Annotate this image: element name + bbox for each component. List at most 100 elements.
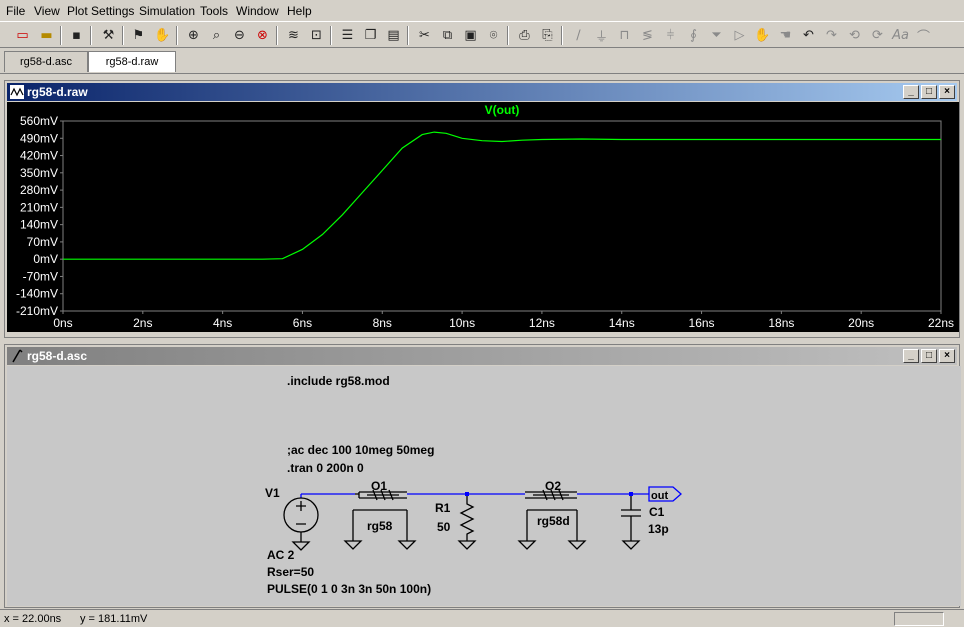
minimize-button[interactable]: _	[903, 349, 919, 363]
y-tick-label: -70mV	[23, 269, 58, 283]
fit-icon[interactable]: ⊡	[306, 25, 327, 46]
open-folder-icon[interactable]: ▬	[36, 25, 57, 46]
tran-directive[interactable]: .tran 0 200n 0	[287, 461, 364, 475]
tab-label: rg58-d.raw	[105, 56, 159, 68]
move-icon[interactable]: ✋	[752, 25, 773, 46]
menu-bar: File View Plot Settings Simulation Tools…	[0, 0, 964, 21]
waveform-chart: V(out) 560mV 490mV 420mV 350mV 280mV 210mV 140…	[16, 103, 954, 330]
menu-plot-settings[interactable]: Plot Settings	[67, 4, 134, 18]
maximize-button[interactable]: □	[921, 349, 937, 363]
capacitor-c1[interactable]	[621, 494, 641, 550]
tile-vertical-icon[interactable]: ▤	[383, 25, 404, 46]
x-tick-label: 0ns	[53, 316, 72, 330]
r1-value[interactable]: 50	[437, 520, 451, 534]
y-tick-label: 70mV	[27, 235, 58, 249]
find-icon[interactable]: ⌾	[483, 25, 504, 46]
copy-icon[interactable]: ⧉	[437, 25, 458, 46]
cascade-icon[interactable]: ❐	[360, 25, 381, 46]
label-net-icon[interactable]: ⊓	[614, 25, 635, 46]
drag-icon[interactable]: ☚	[775, 25, 796, 46]
menu-file[interactable]: File	[6, 4, 25, 18]
schematic-titlebar[interactable]: rg58-d.asc _ □ ×	[7, 347, 957, 365]
component-icon[interactable]: ▷	[729, 25, 750, 46]
o1-model[interactable]: rg58	[367, 519, 393, 533]
cut-icon[interactable]: ✂	[414, 25, 435, 46]
tab-waveform[interactable]: rg58-d.raw	[88, 51, 176, 72]
run-icon[interactable]: ⚑	[128, 25, 149, 46]
y-tick-label: 350mV	[20, 166, 58, 180]
include-directive[interactable]: .include rg58.mod	[287, 374, 390, 388]
plot-frame	[62, 120, 942, 312]
v1-pulse-value[interactable]: PULSE(0 1 0 3n 3n 50n 100n)	[267, 582, 431, 596]
ground-icon[interactable]: ⏚	[591, 25, 612, 46]
toolbar: ▭ ▬ ▪ ⚒ ⚑ ✋ ⊕ ⌕ ⊖ ⊗ ≋ ⊡ ☰ ❐ ▤ ✂ ⧉ ▣ ⌾ ⎙ …	[0, 21, 964, 48]
menu-view[interactable]: View	[34, 4, 60, 18]
c1-name[interactable]: C1	[649, 505, 665, 519]
maximize-button[interactable]: □	[921, 85, 937, 99]
schematic-title: rg58-d.asc	[27, 349, 88, 363]
close-button[interactable]: ×	[939, 85, 955, 99]
r1-name[interactable]: R1	[435, 501, 451, 515]
minimize-button[interactable]: _	[903, 85, 919, 99]
trace-v-out[interactable]	[63, 131, 941, 260]
menu-tools[interactable]: Tools	[200, 4, 228, 18]
print-icon[interactable]: ⎘	[537, 25, 558, 46]
spice-directive-icon[interactable]: ⌒	[913, 25, 934, 46]
new-schematic-icon[interactable]: ▭	[12, 25, 33, 46]
y-tick-label: 210mV	[20, 200, 58, 214]
v1-name[interactable]: V1	[265, 486, 280, 500]
schematic-icon	[12, 349, 23, 363]
control-panel-icon[interactable]: ⚒	[98, 25, 119, 46]
y-tick-label: 560mV	[20, 114, 58, 128]
redo-icon[interactable]: ↷	[821, 25, 842, 46]
trace-label[interactable]: V(out)	[485, 103, 520, 117]
paste-icon[interactable]: ▣	[460, 25, 481, 46]
y-tick-label: -210mV	[16, 304, 58, 318]
zoom-out-icon[interactable]: ⊖	[229, 25, 250, 46]
save-icon[interactable]: ▪	[66, 25, 87, 46]
x-tick-label: 8ns	[373, 316, 392, 330]
halt-icon[interactable]: ✋	[152, 25, 173, 46]
wire[interactable]	[300, 493, 649, 498]
print-preview-icon[interactable]: ⎙	[514, 25, 535, 46]
undo-icon[interactable]: ↶	[798, 25, 819, 46]
tab-schematic[interactable]: rg58-d.asc	[4, 51, 88, 72]
autorange-icon[interactable]: ≋	[283, 25, 304, 46]
o2-model[interactable]: rg58d	[537, 514, 570, 528]
x-tick-label: 2ns	[133, 316, 152, 330]
close-button[interactable]: ×	[939, 349, 955, 363]
rotate-icon[interactable]: ⟲	[844, 25, 865, 46]
resistor-icon[interactable]: ≶	[637, 25, 658, 46]
plot-pane[interactable]: V(out) 560mV 490mV 420mV 350mV 280mV 210mV 140…	[7, 102, 959, 332]
y-tick-label: 0mV	[33, 252, 58, 266]
v1-rser-value[interactable]: Rser=50	[267, 565, 314, 579]
x-tick-label: 16ns	[689, 316, 715, 330]
voltage-source-v1[interactable]	[283, 497, 319, 551]
menu-window[interactable]: Window	[236, 4, 279, 18]
menu-simulation[interactable]: Simulation	[139, 4, 195, 18]
x-tick-label: 20ns	[848, 316, 874, 330]
schematic-window: rg58-d.asc _ □ × .include rg58.mod ;ac d…	[4, 344, 961, 608]
wire-icon[interactable]: ∕	[568, 25, 589, 46]
c1-value[interactable]: 13p	[648, 522, 669, 536]
x-tick-label: 22ns	[928, 316, 954, 330]
junction-dot	[465, 492, 469, 496]
y-tick-label: 490mV	[20, 131, 58, 145]
diode-icon[interactable]: ⏷	[706, 25, 727, 46]
zoom-in-icon[interactable]: ⊕	[183, 25, 204, 46]
capacitor-icon[interactable]: ⫩	[660, 25, 681, 46]
x-tick-label: 4ns	[213, 316, 232, 330]
text-icon[interactable]: Aa	[890, 25, 911, 46]
mirror-icon[interactable]: ⟳	[867, 25, 888, 46]
ac-directive[interactable]: ;ac dec 100 10meg 50meg	[287, 443, 434, 457]
waveform-titlebar[interactable]: rg58-d.raw _ □ ×	[7, 83, 957, 101]
inductor-icon[interactable]: ∮	[683, 25, 704, 46]
v1-ac-value[interactable]: AC 2	[267, 548, 295, 562]
menu-help[interactable]: Help	[287, 4, 312, 18]
tile-horizontal-icon[interactable]: ☰	[337, 25, 358, 46]
pan-icon[interactable]: ⌕	[206, 25, 227, 46]
x-tick-label: 14ns	[609, 316, 635, 330]
zoom-cancel-icon[interactable]: ⊗	[252, 25, 273, 46]
resistor-r1[interactable]	[457, 494, 477, 550]
schematic-canvas[interactable]: .include rg58.mod ;ac dec 100 10meg 50me…	[7, 366, 961, 606]
